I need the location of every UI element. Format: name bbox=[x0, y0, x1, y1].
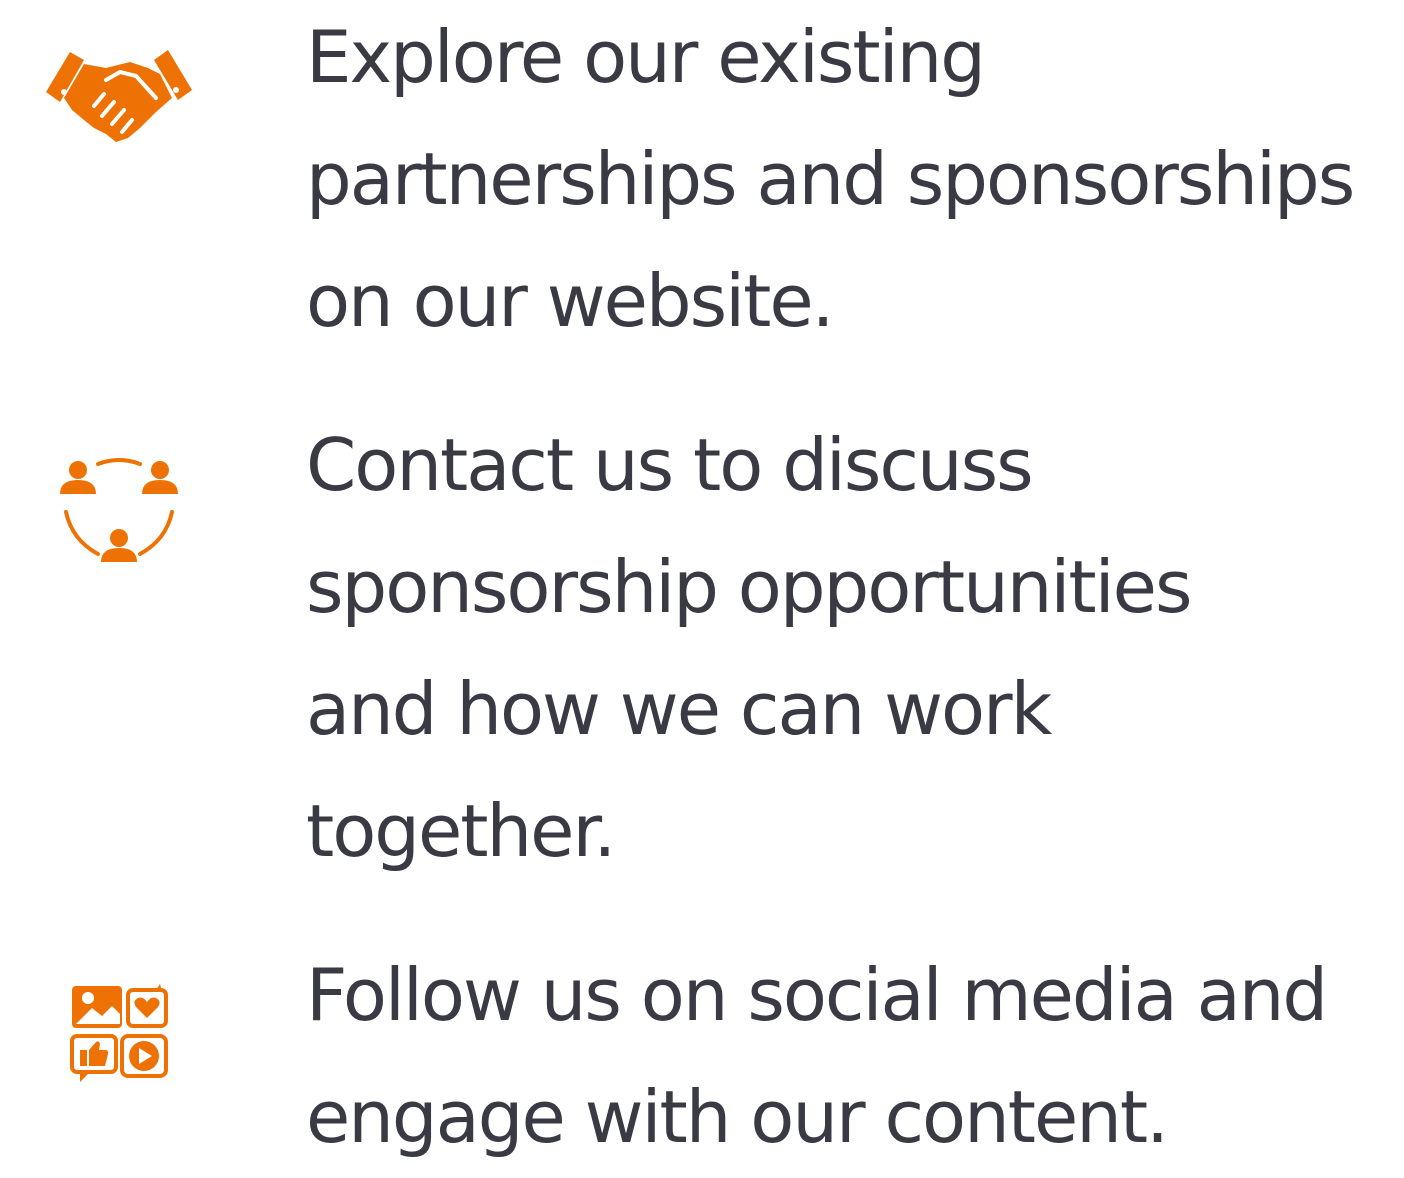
social-media-icon bbox=[70, 984, 168, 1082]
item-text: Follow us on social media and engage wit… bbox=[306, 953, 1328, 1159]
handshake-icon bbox=[46, 50, 192, 142]
item-text: Contact us to discuss sponsorship opport… bbox=[306, 423, 1192, 873]
item-text: Explore our existing partnerships and sp… bbox=[306, 15, 1355, 343]
team-network-icon bbox=[60, 458, 178, 562]
